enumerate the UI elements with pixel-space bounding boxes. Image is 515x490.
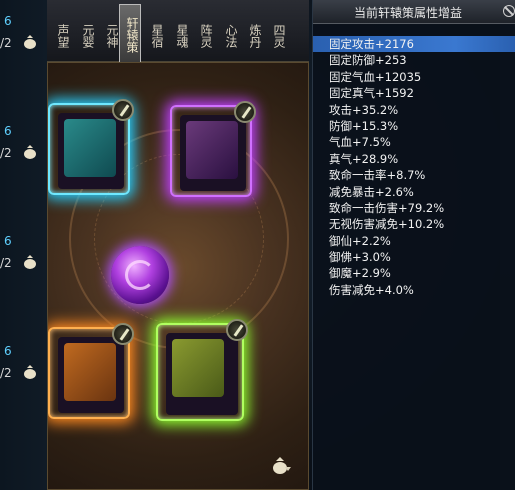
tab-bar: 声望 元婴 元神 轩辕策 星宿 星魂 阵灵 心法 炼丹 四灵: [47, 0, 351, 62]
money-bag-icon: [24, 255, 36, 269]
item-count: /2: [0, 36, 12, 50]
stat-row[interactable]: 御佛+3.0%: [313, 249, 515, 265]
left-list-item[interactable]: 6/2: [0, 234, 48, 274]
tab-7[interactable]: 阵灵: [192, 8, 214, 62]
left-list-item[interactable]: 6/2: [0, 124, 48, 164]
item-level: 6: [4, 14, 12, 28]
stat-row[interactable]: 气血+7.5%: [313, 134, 515, 150]
stat-row[interactable]: 减免暴击+2.6%: [313, 184, 515, 200]
swirl-icon: [125, 260, 155, 290]
stat-row[interactable]: 无视伤害减免+10.2%: [313, 216, 515, 232]
stat-row[interactable]: 攻击+35.2%: [313, 102, 515, 118]
upgrade-hammer-icon[interactable]: [112, 323, 134, 345]
stat-row[interactable]: 真气+28.9%: [313, 151, 515, 167]
close-icon[interactable]: [503, 5, 515, 17]
left-list-item[interactable]: 6/2: [0, 14, 48, 54]
stat-row[interactable]: 御仙+2.2%: [313, 233, 515, 249]
stat-row[interactable]: 固定气血+12035: [313, 69, 515, 85]
stat-row[interactable]: 固定真气+1592: [313, 85, 515, 101]
game-window: 6/2 6/2 6/2 6/2 声望 元婴 元神 轩辕策 星宿 星魂 阵灵 心法 炼丹 四灵: [0, 0, 515, 490]
tab-6[interactable]: 星魂: [168, 8, 190, 62]
money-bag-icon: [24, 145, 36, 159]
tab-10[interactable]: 四灵: [265, 8, 287, 62]
book-card-purple[interactable]: [170, 101, 256, 197]
book-icon: [64, 119, 116, 177]
upgrade-hammer-icon[interactable]: [226, 319, 248, 341]
money-bag-icon[interactable]: [270, 455, 292, 475]
stats-panel: 当前轩辕策属性增益 固定攻击+2176 固定防御+253 固定气血+12035 固定真…: [312, 0, 515, 490]
tab-2[interactable]: 元婴: [74, 8, 96, 62]
stat-row[interactable]: 致命一击伤害+79.2%: [313, 200, 515, 216]
tab-9[interactable]: 炼丹: [241, 8, 263, 62]
money-bag-icon: [24, 365, 36, 379]
tab-4[interactable]: 轩辕策: [119, 4, 141, 62]
item-count: /2: [0, 146, 12, 160]
center-orb-icon[interactable]: [111, 246, 169, 304]
item-level: 6: [4, 124, 12, 138]
stat-row[interactable]: 固定防御+253: [313, 52, 515, 68]
xuanyuance-panel: [47, 62, 309, 490]
left-list-panel: 6/2 6/2 6/2 6/2: [0, 0, 48, 490]
item-count: /2: [0, 256, 12, 270]
stat-row[interactable]: 御魔+2.9%: [313, 265, 515, 281]
tab-5[interactable]: 星宿: [143, 8, 165, 62]
stat-row[interactable]: 伤害减免+4.0%: [313, 282, 515, 298]
stat-list: 固定攻击+2176 固定防御+253 固定气血+12035 固定真气+1592 攻击+3…: [313, 36, 515, 298]
money-bag-icon: [24, 35, 36, 49]
item-level: 6: [4, 234, 12, 248]
stat-row[interactable]: 防御+15.3%: [313, 118, 515, 134]
upgrade-hammer-icon[interactable]: [234, 101, 256, 123]
book-icon: [186, 121, 238, 179]
book-card-green[interactable]: [156, 319, 248, 421]
item-count: /2: [0, 366, 12, 380]
upgrade-hammer-icon[interactable]: [112, 99, 134, 121]
tab-8[interactable]: 心法: [217, 8, 239, 62]
book-icon: [172, 339, 224, 397]
tab-1[interactable]: 声望: [49, 8, 71, 62]
stats-header: 当前轩辕策属性增益: [313, 0, 515, 24]
stats-title: 当前轩辕策属性增益: [353, 6, 462, 20]
stat-row[interactable]: 固定攻击+2176: [313, 36, 515, 53]
book-card-blue[interactable]: [48, 99, 134, 195]
item-level: 6: [4, 344, 12, 358]
book-icon: [64, 343, 116, 401]
left-list-item[interactable]: 6/2: [0, 344, 48, 384]
stat-row[interactable]: 致命一击率+8.7%: [313, 167, 515, 183]
tab-3[interactable]: 元神: [98, 8, 120, 62]
book-card-orange[interactable]: [48, 323, 134, 419]
